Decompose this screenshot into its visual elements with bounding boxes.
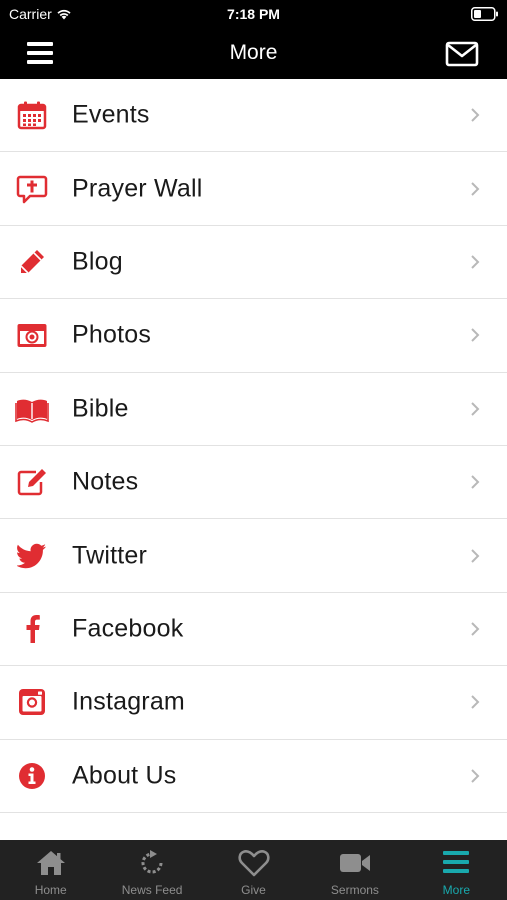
pencil-icon bbox=[15, 245, 49, 279]
tab-label: More bbox=[442, 883, 470, 897]
menu-item-prayer-wall[interactable]: Prayer Wall bbox=[0, 152, 507, 226]
tab-label: News Feed bbox=[121, 883, 183, 897]
battery-icon bbox=[471, 7, 498, 21]
tab-bar: Home News Feed Give Sermons More bbox=[0, 840, 507, 900]
menu-item-label: About Us bbox=[72, 761, 177, 790]
facebook-icon bbox=[15, 612, 49, 646]
menu-item-label: Twitter bbox=[72, 541, 148, 570]
chevron-right-icon bbox=[471, 475, 480, 489]
chevron-right-icon bbox=[471, 548, 480, 563]
heart-icon bbox=[237, 850, 270, 877]
refresh-icon bbox=[141, 850, 163, 874]
menu-item-label: Events bbox=[72, 100, 150, 129]
menu-item-bible[interactable]: Bible bbox=[0, 372, 507, 446]
instagram-icon bbox=[15, 685, 49, 719]
more-menu-list: Events Prayer Wall Blog Photos Bible Not… bbox=[0, 79, 507, 813]
tab-give[interactable]: Give bbox=[203, 840, 304, 900]
edit-note-icon bbox=[15, 465, 49, 499]
chevron-right-icon bbox=[471, 181, 480, 196]
menu-item-label: Blog bbox=[72, 247, 123, 276]
camera-icon bbox=[15, 318, 49, 352]
menu-item-label: Bible bbox=[72, 394, 129, 423]
tab-home[interactable]: Home bbox=[0, 840, 101, 900]
menu-item-blog[interactable]: Blog bbox=[0, 225, 507, 300]
book-icon bbox=[15, 392, 49, 426]
status-bar: Carrier 7:18 PM bbox=[0, 0, 507, 28]
tab-news-feed[interactable]: News Feed bbox=[101, 840, 202, 900]
menu-item-photos[interactable]: Photos bbox=[0, 299, 507, 373]
info-icon bbox=[15, 759, 49, 793]
menu-item-instagram[interactable]: Instagram bbox=[0, 666, 507, 740]
chevron-right-icon bbox=[471, 695, 480, 710]
chevron-right-icon bbox=[471, 402, 480, 416]
menu-item-twitter[interactable]: Twitter bbox=[0, 519, 507, 593]
menu-item-facebook[interactable]: Facebook bbox=[0, 592, 507, 667]
page-title: More bbox=[229, 41, 278, 64]
hamburger-icon bbox=[443, 851, 470, 873]
tab-sermons[interactable]: Sermons bbox=[304, 840, 405, 900]
calendar-icon bbox=[15, 98, 49, 132]
video-camera-icon bbox=[339, 854, 370, 872]
mail-button[interactable] bbox=[445, 40, 479, 68]
twitter-icon bbox=[15, 539, 49, 573]
menu-item-label: Photos bbox=[72, 320, 152, 349]
menu-item-about-us[interactable]: About Us bbox=[0, 739, 507, 813]
chevron-right-icon bbox=[471, 255, 480, 269]
menu-item-label: Notes bbox=[72, 467, 139, 496]
tab-label: Sermons bbox=[330, 883, 379, 897]
menu-item-label: Facebook bbox=[72, 614, 184, 643]
chevron-right-icon bbox=[471, 622, 480, 636]
menu-item-notes[interactable]: Notes bbox=[0, 445, 507, 520]
navigation-bar: More bbox=[0, 28, 507, 79]
tab-label: Home bbox=[34, 883, 67, 897]
home-icon bbox=[36, 851, 65, 875]
menu-item-events[interactable]: Events bbox=[0, 79, 507, 153]
prayer-bubble-icon bbox=[15, 172, 49, 206]
screen: Carrier 7:18 PM More Events Prayer Wall … bbox=[0, 0, 507, 900]
chevron-right-icon bbox=[471, 328, 480, 343]
tab-label: Give bbox=[241, 883, 266, 897]
chevron-right-icon bbox=[471, 768, 480, 783]
menu-item-label: Prayer Wall bbox=[72, 174, 203, 203]
clock: 7:18 PM bbox=[227, 6, 280, 22]
chevron-right-icon bbox=[471, 108, 480, 122]
tab-more[interactable]: More bbox=[406, 840, 507, 900]
menu-item-label: Instagram bbox=[72, 687, 185, 716]
